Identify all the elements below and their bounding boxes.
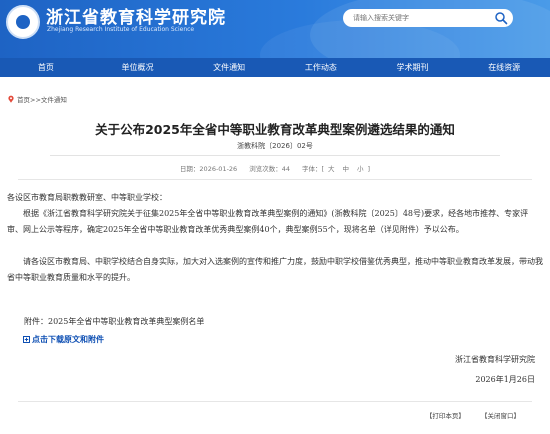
print-button[interactable]: 【打印本页】 — [426, 412, 465, 420]
nav-item-notices[interactable]: 文件通知 — [183, 58, 275, 77]
breadcrumb-text[interactable]: 首页>>文件通知 — [17, 94, 67, 104]
article-title: 关于公布2025年全省中等职业教育改革典型案例遴选结果的通知 — [95, 122, 455, 137]
font-size-large[interactable]: 大 — [328, 165, 335, 173]
site-header: 浙江省教育科学研究院 Zhejiang Research Institute o… — [0, 0, 550, 58]
signature-date: 2026年1月26日 — [475, 375, 535, 384]
main-nav: 首页 单位概况 文件通知 工作动态 学术期刊 在线资源 — [0, 58, 550, 77]
divider — [50, 155, 500, 156]
nav-item-resources[interactable]: 在线资源 — [458, 58, 550, 77]
site-title[interactable]: 浙江省教育科学研究院 — [46, 3, 226, 28]
download-link[interactable]: 点击下载原文和附件 — [23, 334, 104, 345]
article-meta: 日期：2026-01-26 浏览次数：44 字体：[大中小] — [0, 163, 550, 173]
font-size-small[interactable]: 小 — [357, 165, 364, 173]
font-size-control: 字体：[大中小] — [301, 165, 371, 173]
site-subtitle: Zhejiang Research Institute of Education… — [47, 26, 195, 33]
breadcrumb: 首页>>文件通知 — [7, 94, 67, 104]
nav-item-overview[interactable]: 单位概况 — [92, 58, 184, 77]
search-box — [343, 9, 513, 27]
download-label[interactable]: 点击下载原文和附件 — [32, 334, 104, 345]
close-window-button[interactable]: 【关闭窗口】 — [481, 412, 520, 420]
publish-date: 日期：2026-01-26 — [179, 165, 238, 173]
nav-item-news[interactable]: 工作动态 — [275, 58, 367, 77]
search-input[interactable] — [353, 11, 483, 25]
signature-org: 浙江省教育科学研究院 — [455, 355, 535, 364]
search-icon[interactable] — [494, 11, 508, 25]
institute-logo[interactable] — [6, 5, 40, 39]
view-count: 浏览次数：44 — [249, 165, 290, 173]
document-number: 浙教科院〔2026〕02号 — [237, 142, 313, 150]
font-size-label: 字体： — [301, 165, 322, 173]
divider — [18, 179, 532, 180]
plus-box-icon — [23, 336, 30, 343]
nav-item-journals[interactable]: 学术期刊 — [367, 58, 459, 77]
location-icon — [8, 95, 14, 103]
divider — [18, 401, 532, 402]
nav-item-home[interactable]: 首页 — [0, 58, 92, 77]
salutation: 各设区市教育局职教教研室、中等职业学校： — [7, 193, 167, 202]
font-size-medium[interactable]: 中 — [343, 165, 350, 173]
attachment-note: 附件：2025年全省中等职业教育改革典型案例名单 — [24, 317, 205, 326]
article-paragraph: 根据《浙江省教育科学研究院关于征集2025年全省中等职业教育改革典型案例的通知》… — [7, 209, 529, 234]
footer-actions: 【打印本页】 【关闭窗口】 — [412, 410, 520, 420]
article-paragraph: 请各设区市教育局、中职学校结合自身实际，加大对入选案例的宣传和推广力度，鼓励中职… — [7, 257, 543, 282]
